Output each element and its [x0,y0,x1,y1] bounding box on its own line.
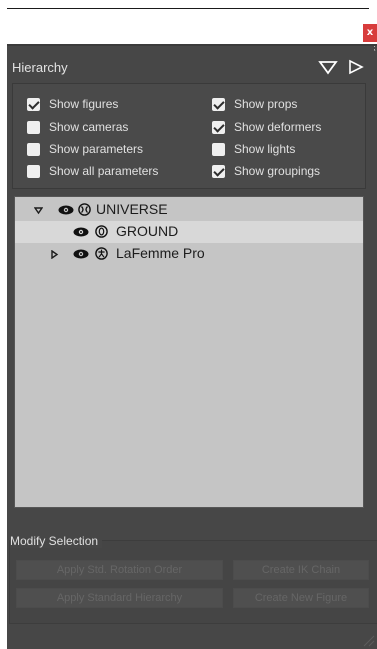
figure-icon [95,247,108,260]
show-deformers-checkbox[interactable] [212,120,225,134]
hierarchy-tree[interactable]: UNIVERSE GROUND LaFemme Pro [14,196,364,508]
tree-row-universe[interactable]: UNIVERSE [15,199,363,221]
show-parameters-checkbox[interactable] [27,142,40,156]
show-cameras-option[interactable]: Show cameras [27,118,128,136]
show-lights-label: Show lights [234,142,296,156]
tree-label-universe: UNIVERSE [96,201,168,217]
panel-title: Hierarchy [12,60,68,75]
create-ik-chain-button[interactable]: Create IK Chain [233,560,369,580]
show-props-option[interactable]: Show props [212,95,297,113]
visibility-eye-icon[interactable] [73,249,89,259]
modify-selection-title: Modify Selection [10,534,103,548]
tree-label-ground: GROUND [116,223,179,239]
expand-arrow-icon[interactable] [34,206,43,215]
show-groupings-checkbox[interactable] [212,164,225,178]
panel-menu-button[interactable] [318,59,338,75]
show-groupings-label: Show groupings [234,164,321,178]
show-deformers-label: Show deformers [234,120,322,134]
show-all-parameters-label: Show all parameters [49,164,159,178]
triangle-down-outline-icon [318,61,338,75]
show-deformers-option[interactable]: Show deformers [212,118,321,136]
apply-rotation-order-button[interactable]: Apply Std. Rotation Order [16,560,223,580]
apply-standard-hierarchy-button[interactable]: Apply Standard Hierarchy [16,588,223,608]
panel-corner-handle[interactable]: ⁏ [373,44,377,52]
visibility-eye-icon[interactable] [73,227,89,237]
show-figures-option[interactable]: Show figures [27,95,118,113]
show-groupings-option[interactable]: Show groupings [212,162,320,180]
tree-label-lafemme-pro: LaFemme Pro [116,245,205,261]
collapse-arrow-icon[interactable] [50,250,59,259]
show-lights-checkbox[interactable] [212,142,225,156]
show-figures-label: Show figures [49,97,119,111]
tree-row-ground[interactable]: GROUND [15,221,363,243]
show-cameras-checkbox[interactable] [27,120,40,134]
show-figures-checkbox[interactable] [27,97,40,111]
show-props-label: Show props [234,97,298,111]
close-button[interactable]: x [363,24,377,42]
show-lights-option[interactable]: Show lights [212,140,295,158]
visibility-eye-icon[interactable] [58,205,74,215]
show-all-parameters-option[interactable]: Show all parameters [27,162,158,180]
ground-icon [95,225,108,238]
triangle-right-outline-icon [349,59,364,75]
show-parameters-option[interactable]: Show parameters [27,140,143,158]
top-divider [7,8,369,9]
show-parameters-label: Show parameters [49,142,144,156]
universe-icon [78,203,91,216]
resize-grip-icon[interactable] [359,631,375,647]
panel-top-edge [7,44,377,46]
show-props-checkbox[interactable] [212,97,225,111]
panel-expand-button[interactable] [348,59,364,75]
tree-row-lafemme-pro[interactable]: LaFemme Pro [15,243,363,265]
show-cameras-label: Show cameras [49,120,129,134]
show-all-parameters-checkbox[interactable] [27,164,40,178]
modify-selection-group [9,540,377,624]
create-new-figure-button[interactable]: Create New Figure [233,588,369,608]
